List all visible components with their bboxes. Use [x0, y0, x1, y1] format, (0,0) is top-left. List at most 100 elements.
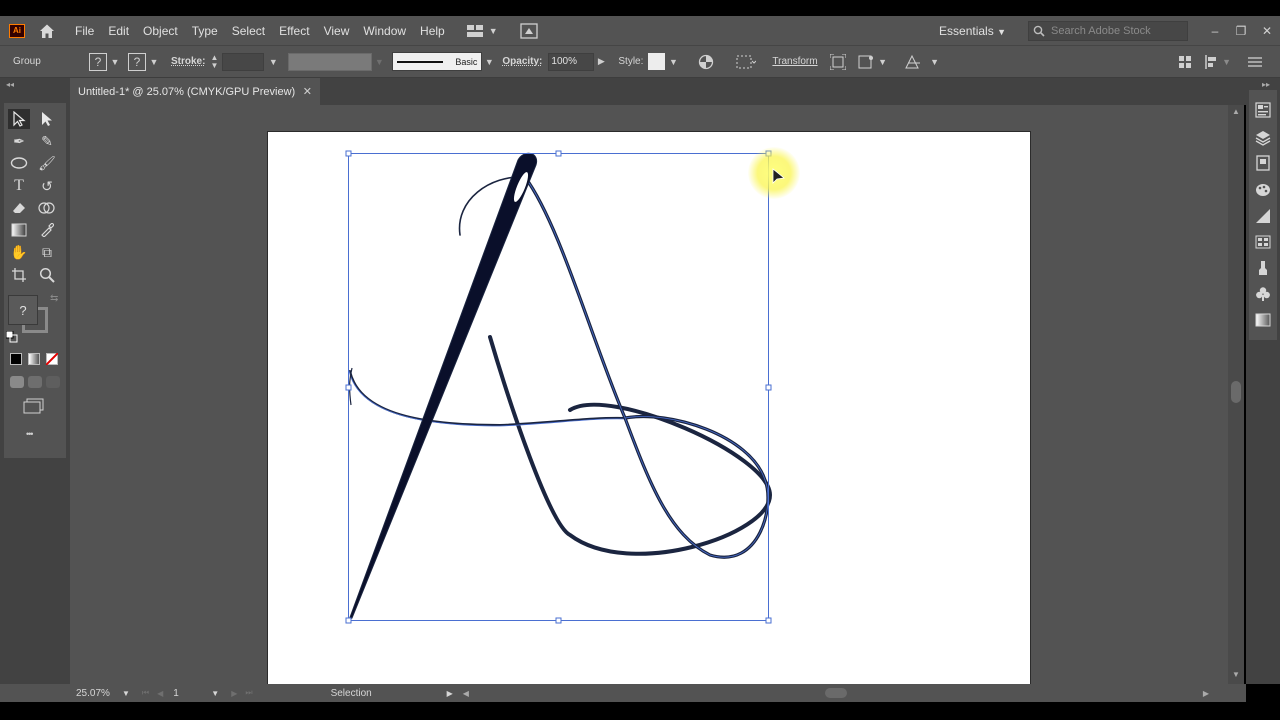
- thread-path[interactable]: [488, 335, 773, 556]
- menu-file[interactable]: File: [75, 24, 94, 38]
- scroll-right-icon[interactable]: ▶: [1203, 689, 1209, 698]
- edit-toolbar-icon[interactable]: [904, 54, 922, 70]
- scroll-up-icon[interactable]: ▲: [1232, 107, 1240, 116]
- chevron-down-icon[interactable]: ▼: [211, 689, 219, 698]
- vertical-scroll-thumb[interactable]: [1231, 381, 1241, 403]
- gradient-tool-icon[interactable]: [8, 220, 30, 240]
- gpu-performance-icon[interactable]: [520, 22, 538, 39]
- puppet-warp-icon[interactable]: ✋: [8, 242, 30, 262]
- align-options-icon[interactable]: [736, 55, 757, 69]
- collapse-toolbar-icon[interactable]: ◂◂: [6, 80, 14, 89]
- draw-behind-icon[interactable]: [28, 376, 42, 388]
- color-mode-none[interactable]: [46, 353, 58, 365]
- curvature-tool-icon[interactable]: ✎: [36, 131, 58, 151]
- color-guide-icon[interactable]: [1255, 208, 1271, 224]
- scroll-down-icon[interactable]: ▼: [1232, 670, 1240, 679]
- close-icon[interactable]: ✕: [303, 85, 312, 98]
- opacity-field[interactable]: 100%: [548, 52, 595, 71]
- shape-builder-icon[interactable]: [36, 198, 58, 218]
- expand-panels-icon[interactable]: ▸▸: [1262, 80, 1270, 89]
- graphic-style-swatch[interactable]: [648, 53, 666, 70]
- chevron-down-icon[interactable]: ▼: [878, 57, 888, 67]
- brush-definition[interactable]: Basic: [392, 52, 483, 71]
- stroke-swatch[interactable]: ?: [128, 52, 146, 71]
- draw-inside-icon[interactable]: [46, 376, 60, 388]
- canvas-area[interactable]: [70, 105, 1228, 684]
- chevron-right-icon[interactable]: ▶: [596, 56, 606, 67]
- rotate-tool-icon[interactable]: ↺: [36, 176, 58, 196]
- chevron-down-icon[interactable]: ▼: [149, 57, 159, 67]
- stroke-weight-stepper[interactable]: ▲ ▼: [210, 53, 218, 70]
- menu-effect[interactable]: Effect: [279, 24, 309, 38]
- color-panel-icon[interactable]: [1255, 182, 1271, 198]
- chevron-down-icon[interactable]: ▼: [110, 57, 120, 67]
- color-mode-gradient[interactable]: [28, 353, 40, 365]
- puppet-warp-option-icon[interactable]: [858, 54, 876, 70]
- swap-fill-stroke-icon[interactable]: ⇆: [50, 293, 58, 304]
- swatches-panel-icon[interactable]: [1255, 234, 1271, 250]
- symbol-sprayer-icon[interactable]: ⧉: [36, 242, 58, 262]
- symbols-panel-icon[interactable]: [1255, 286, 1271, 302]
- menu-window[interactable]: Window: [363, 24, 406, 38]
- gradient-panel-icon[interactable]: [1255, 312, 1271, 328]
- opacity-label[interactable]: Opacity:: [502, 56, 542, 67]
- draw-normal-icon[interactable]: [10, 376, 24, 388]
- selection-tool-icon[interactable]: [8, 109, 30, 129]
- menu-edit[interactable]: Edit: [108, 24, 129, 38]
- vertical-scrollbar[interactable]: ▲ ▼: [1228, 105, 1244, 684]
- type-tool-icon[interactable]: T: [8, 176, 30, 196]
- chevron-down-icon[interactable]: ▼: [1222, 57, 1232, 67]
- needle-shape[interactable]: [348, 152, 538, 622]
- document-tab[interactable]: Untitled-1* @ 25.07% (CMYK/GPU Preview) …: [70, 78, 320, 105]
- restore-icon[interactable]: ❐: [1228, 24, 1254, 38]
- direct-selection-tool-icon[interactable]: [36, 109, 58, 129]
- libraries-panel-icon[interactable]: [1255, 155, 1271, 171]
- variable-width-profile[interactable]: [288, 52, 373, 71]
- fill-indicator[interactable]: ?: [8, 295, 38, 325]
- paintbrush-tool-icon[interactable]: 🖌: [36, 153, 58, 173]
- menu-help[interactable]: Help: [420, 24, 445, 38]
- fill-stroke-widget[interactable]: ? ⇆: [6, 293, 62, 343]
- transform-button[interactable]: Transform: [772, 56, 817, 67]
- menu-object[interactable]: Object: [143, 24, 178, 38]
- thread-right-leg[interactable]: [523, 175, 770, 559]
- chevron-down-icon[interactable]: ▼: [122, 689, 130, 698]
- eyedropper-tool-icon[interactable]: [36, 220, 58, 240]
- close-icon[interactable]: ✕: [1254, 24, 1280, 38]
- default-fill-stroke-icon[interactable]: [6, 331, 18, 343]
- chevron-down-icon[interactable]: ▼: [484, 57, 494, 67]
- change-screen-mode-icon[interactable]: [23, 398, 45, 414]
- zoom-tool-icon[interactable]: [36, 265, 58, 285]
- current-tool-status[interactable]: Selection: [331, 688, 447, 699]
- isolate-group-icon[interactable]: [829, 53, 846, 70]
- artwork[interactable]: [70, 105, 1228, 684]
- fill-swatch[interactable]: ?: [89, 52, 107, 71]
- workspace-switcher[interactable]: Essentials ▼: [939, 24, 1006, 38]
- home-icon[interactable]: [38, 22, 56, 40]
- stock-search-input[interactable]: Search Adobe Stock: [1028, 20, 1188, 41]
- artboard-tool-icon[interactable]: [8, 265, 30, 285]
- horizontal-scroll-thumb[interactable]: [824, 688, 847, 698]
- pen-tool-icon[interactable]: ✒: [8, 131, 30, 151]
- recolor-artwork-icon[interactable]: [698, 54, 714, 70]
- brushes-panel-icon[interactable]: [1255, 260, 1271, 276]
- minimize-icon[interactable]: –: [1202, 24, 1228, 38]
- chevron-down-icon[interactable]: ▼: [930, 57, 940, 67]
- menu-type[interactable]: Type: [192, 24, 218, 38]
- artboard-number-field[interactable]: 1: [173, 688, 207, 699]
- menu-view[interactable]: View: [324, 24, 350, 38]
- chevron-down-icon[interactable]: ▼: [268, 57, 278, 67]
- arrange-panels-icon[interactable]: [1178, 55, 1192, 69]
- menu-select[interactable]: Select: [232, 24, 265, 38]
- align-panel-icon[interactable]: [1204, 54, 1218, 69]
- properties-panel-icon[interactable]: [1255, 102, 1271, 118]
- arrange-documents[interactable]: ▼: [466, 22, 538, 39]
- thread-crossbar[interactable]: [349, 370, 626, 427]
- ellipse-tool-icon[interactable]: [8, 153, 30, 173]
- panel-menu-icon[interactable]: [1247, 56, 1262, 68]
- scroll-left-icon[interactable]: ◀: [463, 689, 469, 698]
- color-mode-color[interactable]: [10, 353, 22, 365]
- layers-panel-icon[interactable]: [1255, 130, 1271, 146]
- chevron-down-icon[interactable]: ▼: [668, 57, 678, 67]
- zoom-level[interactable]: 25.07%: [76, 688, 118, 699]
